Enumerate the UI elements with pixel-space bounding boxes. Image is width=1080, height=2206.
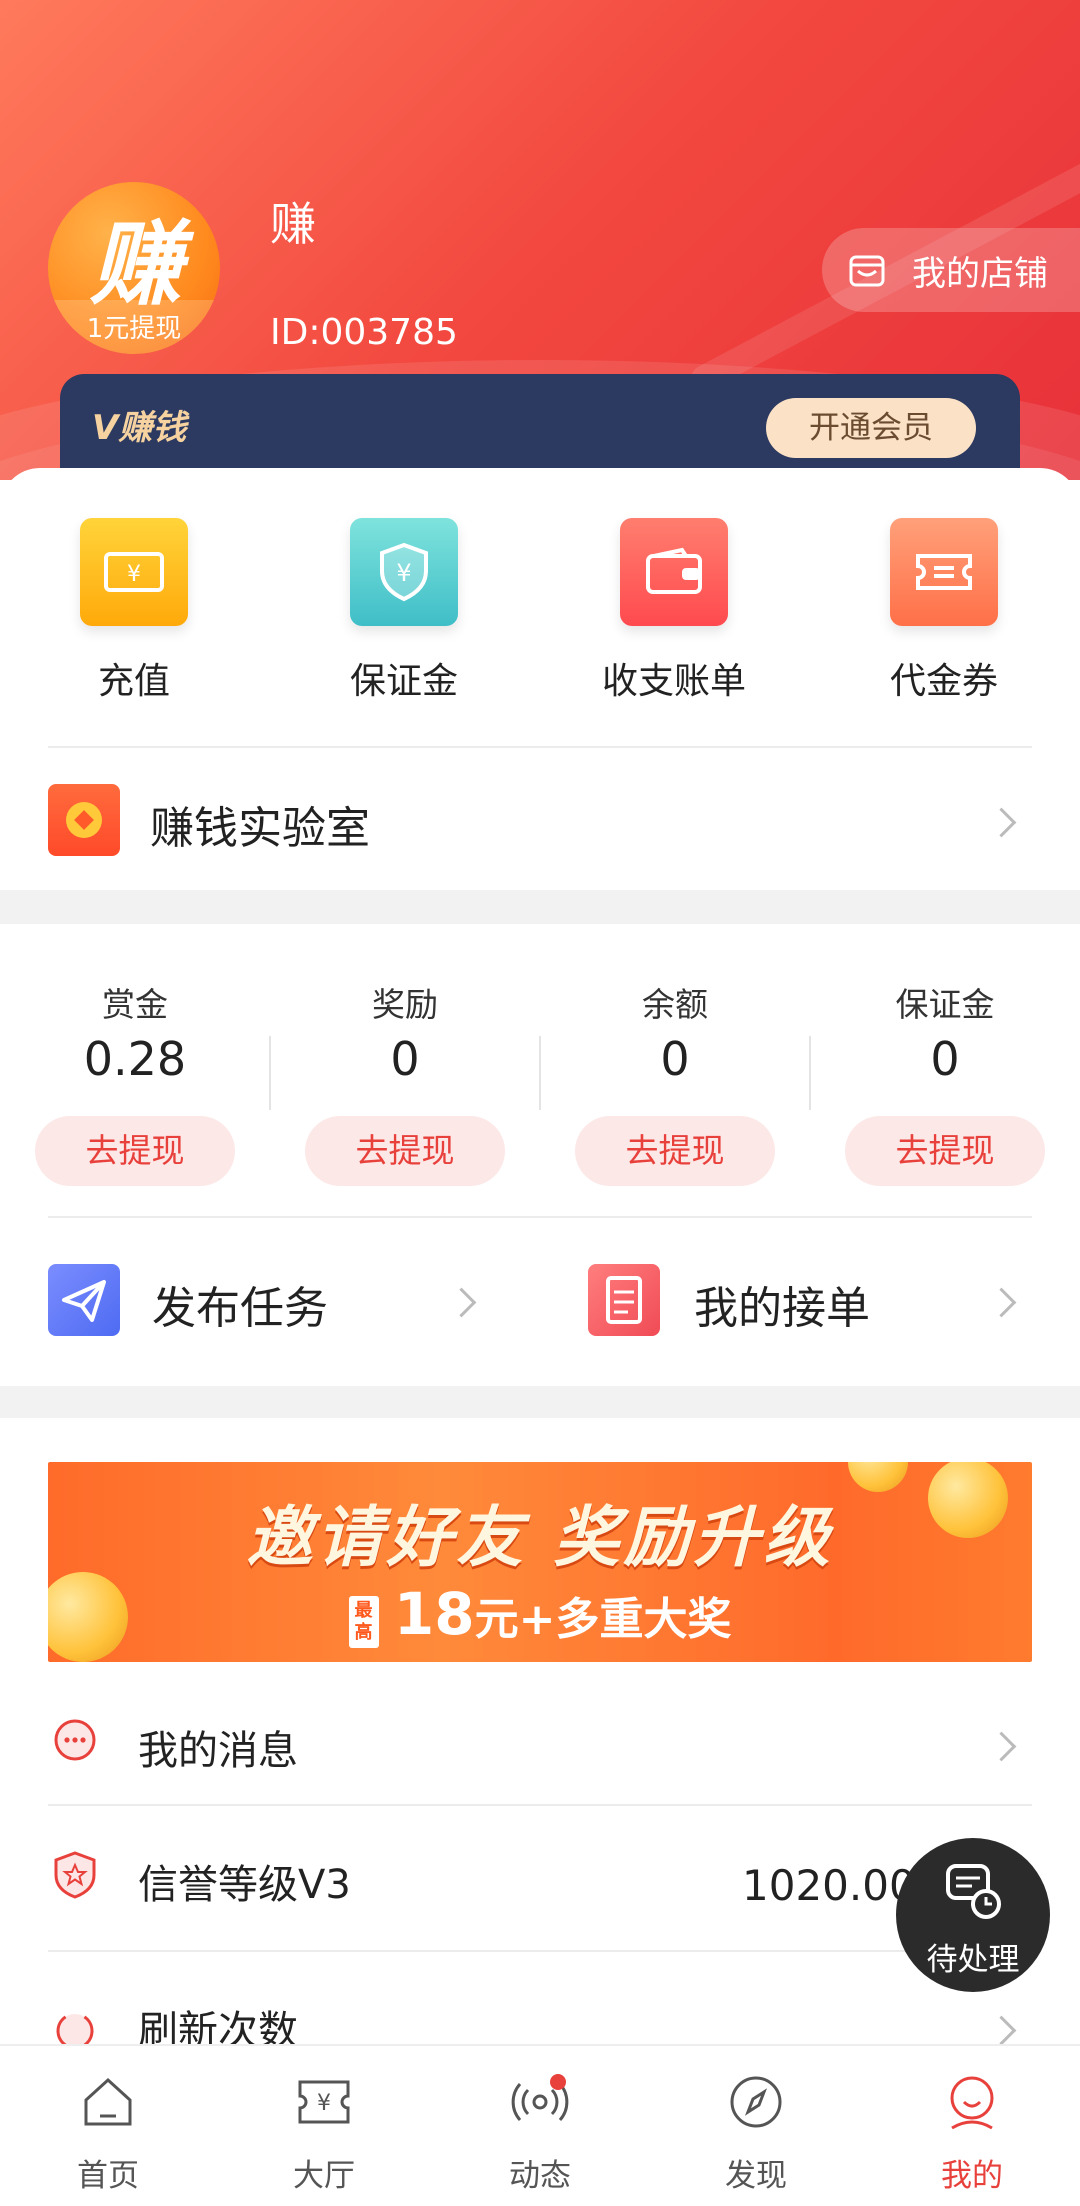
pending-label: 待处理 (926, 1942, 1020, 1978)
my-shop-button[interactable]: 我的店铺 (822, 228, 1080, 312)
my-orders-button[interactable]: 我的接单 (540, 1220, 1080, 1380)
menu-messages[interactable]: 我的消息 (0, 1680, 1080, 1804)
balance-bounty: 赏金 0.28 去提现 (0, 978, 270, 1186)
svg-text:¥: ¥ (127, 562, 141, 587)
tab-label: 发现 (725, 2158, 787, 2194)
my-shop-label: 我的店铺 (912, 253, 1048, 294)
chevron-right-icon (986, 2015, 1017, 2046)
balance-value: 0.28 (83, 1032, 187, 1086)
tab-label: 动态 (509, 2158, 571, 2194)
tab-home[interactable]: 首页 (28, 2072, 188, 2195)
chevron-right-icon (986, 1287, 1017, 1318)
chevron-right-icon (986, 1731, 1017, 1762)
balance-label: 保证金 (895, 985, 995, 1024)
user-name: 赚 (270, 197, 316, 251)
broadcast-icon (511, 2074, 569, 2121)
section-gap (0, 890, 1080, 924)
balance-label: 奖励 (372, 985, 438, 1024)
publish-task-button[interactable]: 发布任务 (0, 1220, 520, 1380)
quick-action-label: 代金券 (889, 661, 998, 702)
quick-action-bills[interactable]: 收支账单 (574, 518, 774, 704)
home-icon (84, 2077, 132, 2126)
tab-label: 首页 (77, 2158, 139, 2194)
chevron-right-icon (986, 807, 1017, 838)
task-row: 发布任务 我的接单 (0, 1220, 1080, 1380)
section-gap (0, 1386, 1080, 1418)
checklist-icon (588, 1264, 660, 1336)
wallet-icon (620, 518, 728, 626)
open-membership-button[interactable]: 开通会员 (766, 398, 976, 458)
coupon-icon (890, 518, 998, 626)
ticket-yen-icon: ¥ (80, 518, 188, 626)
shield-star-icon (54, 1851, 96, 1899)
avatar-caption: 1元提现 (86, 314, 182, 344)
quick-action-label: 充值 (97, 661, 170, 702)
quick-action-recharge[interactable]: ¥ 充值 (34, 518, 234, 704)
lab-label: 赚钱实验室 (150, 803, 370, 854)
balance-value: 0 (390, 1032, 420, 1086)
hall-ticket-icon: ¥ (298, 2080, 350, 2124)
tab-mine[interactable]: 我的 (892, 2072, 1052, 2195)
chevron-right-icon (446, 1287, 477, 1318)
shop-icon (849, 255, 885, 287)
menu-label: 信誉等级V3 (138, 1862, 351, 1908)
pending-icon (946, 1864, 1001, 1919)
lab-icon (48, 784, 120, 856)
balance-label: 赏金 (102, 985, 168, 1024)
banner-badge: 最高 (348, 1596, 379, 1648)
svg-text:¥: ¥ (396, 559, 411, 587)
banner-headline: 邀请好友 奖励升级 (246, 1499, 834, 1576)
vip-logo: V赚钱 (92, 408, 187, 448)
svg-text:¥: ¥ (317, 2091, 331, 2116)
compass-icon (730, 2076, 782, 2128)
quick-action-label: 保证金 (349, 661, 458, 702)
withdraw-button[interactable]: 去提现 (845, 1116, 1045, 1186)
message-icon (54, 1719, 96, 1761)
tab-feed[interactable]: 动态 (460, 2072, 620, 2195)
banner-amount: 18 (393, 1580, 475, 1648)
shield-yen-icon: ¥ (350, 518, 458, 626)
withdraw-button[interactable]: 去提现 (305, 1116, 505, 1186)
tab-label: 我的 (941, 2158, 1003, 2194)
quick-action-coupon[interactable]: 代金券 (844, 518, 1044, 704)
avatar[interactable]: 赚 1元提现 (48, 182, 220, 354)
divider (48, 1216, 1032, 1218)
tab-hall[interactable]: ¥ 大厅 (244, 2072, 404, 2195)
user-icon (950, 2076, 994, 2130)
tab-label: 大厅 (293, 2158, 355, 2194)
invite-friends-banner[interactable]: 邀请好友 奖励升级 最高 18元+多重大奖 (48, 1462, 1032, 1662)
banner-subline: 最高 18元+多重大奖 (48, 1580, 1032, 1648)
withdraw-button[interactable]: 去提现 (575, 1116, 775, 1186)
balance-reward: 奖励 0 去提现 (270, 978, 540, 1186)
tab-discover[interactable]: 发现 (676, 2072, 836, 2195)
user-id: ID:003785 (270, 312, 458, 353)
send-icon (48, 1264, 120, 1336)
bottom-tab-bar: 首页 ¥ 大厅 动态 发现 我的 (0, 2044, 1080, 2206)
pending-fab[interactable]: 待处理 (896, 1838, 1050, 1992)
balance-value: 0 (660, 1032, 690, 1086)
banner-rest: 元+多重大奖 (474, 1594, 732, 1645)
balance-value: 0 (930, 1032, 960, 1086)
withdraw-button[interactable]: 去提现 (35, 1116, 235, 1186)
my-orders-label: 我的接单 (694, 1283, 870, 1334)
quick-action-deposit[interactable]: ¥ 保证金 (304, 518, 504, 704)
menu-label: 我的消息 (138, 1728, 298, 1774)
balance-deposit: 保证金 0 去提现 (810, 978, 1080, 1186)
money-lab-row[interactable]: 赚钱实验室 (0, 748, 1080, 888)
quick-action-label: 收支账单 (601, 661, 746, 702)
balance-remaining: 余额 0 去提现 (540, 978, 810, 1186)
balance-label: 余额 (642, 985, 708, 1024)
publish-task-label: 发布任务 (152, 1283, 328, 1334)
